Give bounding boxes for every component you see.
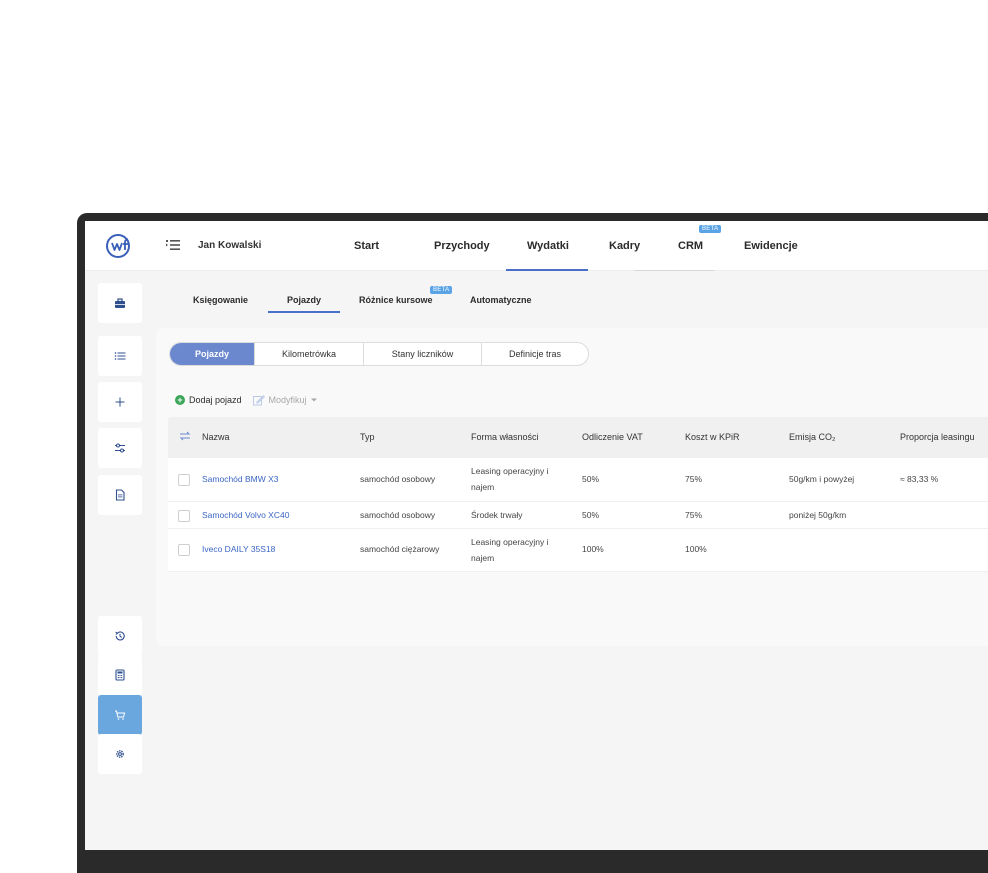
active-nav-indicator bbox=[506, 269, 588, 271]
tab-definicje-tras[interactable]: Definicje tras bbox=[482, 343, 588, 365]
nav-item-kadry[interactable]: Kadry bbox=[609, 240, 640, 252]
filters-icon bbox=[115, 443, 125, 453]
subnav-item-ksiegowanie[interactable]: Księgowanie bbox=[193, 295, 248, 305]
vehicle-vat: 100% bbox=[582, 544, 604, 554]
tab-kilometrowka[interactable]: Kilometrówka bbox=[255, 343, 364, 365]
document-icon bbox=[115, 489, 125, 501]
vehicle-ownership: Środek trwały bbox=[471, 510, 523, 520]
add-vehicle-label: Dodaj pojazd bbox=[189, 395, 242, 405]
app-window: Jan Kowalski Start Przychody Wydatki Kad… bbox=[85, 221, 988, 850]
tab-pojazdy[interactable]: Pojazdy bbox=[170, 343, 255, 365]
sidebar-item-list[interactable] bbox=[98, 336, 142, 376]
row-checkbox[interactable] bbox=[178, 510, 190, 522]
nav-divider bbox=[634, 270, 714, 271]
vehicles-panel: Pojazdy Kilometrówka Stany liczników Def… bbox=[156, 328, 988, 646]
briefcase-icon bbox=[115, 298, 125, 308]
sidebar-item-briefcase[interactable] bbox=[98, 283, 142, 323]
crm-beta-badge: BETA bbox=[699, 225, 722, 233]
modify-button[interactable]: Modyfikuj bbox=[252, 394, 318, 406]
column-header-forma-wlasnosci[interactable]: Forma własności bbox=[471, 432, 539, 442]
wfirma-logo[interactable] bbox=[105, 233, 135, 259]
vehicle-vat: 50% bbox=[582, 474, 600, 484]
add-circle-icon: + bbox=[175, 395, 185, 405]
sidebar-item-history[interactable] bbox=[98, 616, 142, 656]
menu-icon[interactable] bbox=[166, 238, 180, 252]
sidebar-item-add[interactable] bbox=[98, 382, 142, 422]
sort-toggle-icon[interactable] bbox=[179, 431, 191, 441]
column-header-typ[interactable]: Typ bbox=[360, 432, 375, 442]
vehicle-type: samochód osobowy bbox=[360, 510, 436, 520]
subnav-item-roznice-kursowe[interactable]: Różnice kursowe bbox=[359, 295, 433, 305]
sidebar-item-filters[interactable] bbox=[98, 428, 142, 468]
vehicle-kpir: 100% bbox=[685, 544, 707, 554]
vehicle-type: samochód ciężarowy bbox=[360, 544, 440, 554]
column-header-odliczenie-vat[interactable]: Odliczenie VAT bbox=[582, 432, 643, 442]
subnav-item-automatyczne[interactable]: Automatyczne bbox=[470, 295, 532, 305]
active-subnav-indicator bbox=[268, 311, 340, 313]
vehicle-ownership: Leasing operacyjny i najem bbox=[471, 466, 549, 492]
vehicle-kpir: 75% bbox=[685, 474, 703, 484]
vehicle-leasing: ≈ 83,33 % bbox=[900, 474, 939, 484]
list-icon bbox=[114, 352, 126, 360]
vehicle-type: samochód osobowy bbox=[360, 474, 436, 484]
column-header-proporcja-leasingu[interactable]: Proporcja leasingu bbox=[900, 432, 975, 442]
table-row[interactable]: Samochód BMW X3 samochód osobowy Leasing… bbox=[168, 458, 988, 502]
nav-item-start[interactable]: Start bbox=[354, 240, 379, 252]
user-name[interactable]: Jan Kowalski bbox=[198, 240, 261, 251]
table-toolbar: + Dodaj pojazd Modyfikuj bbox=[175, 393, 318, 407]
vehicle-kpir: 75% bbox=[685, 510, 703, 520]
column-header-emisja-co2[interactable]: Emisja CO₂ bbox=[789, 432, 836, 442]
caret-down-icon bbox=[310, 398, 317, 402]
vehicle-co2: 50g/km i powyżej bbox=[789, 474, 855, 484]
calculator-icon bbox=[115, 669, 125, 681]
vehicle-name-link[interactable]: Samochód Volvo XC40 bbox=[202, 510, 289, 520]
modify-label: Modyfikuj bbox=[268, 395, 307, 405]
top-bar: Jan Kowalski Start Przychody Wydatki Kad… bbox=[85, 221, 988, 271]
vehicle-vat: 50% bbox=[582, 510, 600, 520]
table-row[interactable]: Samochód Volvo XC40 samochód osobowy Śro… bbox=[168, 502, 988, 529]
nav-item-przychody[interactable]: Przychody bbox=[434, 240, 490, 252]
row-checkbox[interactable] bbox=[178, 544, 190, 556]
plus-icon bbox=[115, 397, 125, 407]
column-header-koszt-kpir[interactable]: Koszt w KPiR bbox=[685, 432, 740, 442]
vehicle-co2: poniżej 50g/km bbox=[789, 510, 847, 520]
vehicles-table: Nazwa Typ Forma własności Odliczenie VAT… bbox=[168, 417, 988, 572]
add-vehicle-button[interactable]: + Dodaj pojazd bbox=[175, 395, 242, 405]
gear-icon bbox=[116, 750, 124, 758]
sidebar-item-cart[interactable] bbox=[98, 695, 142, 735]
row-checkbox[interactable] bbox=[178, 474, 190, 486]
vehicle-ownership: Leasing operacyjny i najem bbox=[471, 537, 549, 563]
vehicle-name-link[interactable]: Samochód BMW X3 bbox=[202, 474, 279, 484]
nav-item-wydatki[interactable]: Wydatki bbox=[527, 240, 569, 252]
cart-icon bbox=[115, 710, 126, 720]
nav-item-ewidencje[interactable]: Ewidencje bbox=[744, 240, 798, 252]
nav-item-crm[interactable]: CRM bbox=[678, 240, 703, 252]
history-icon bbox=[115, 631, 125, 641]
table-header: Nazwa Typ Forma własności Odliczenie VAT… bbox=[168, 417, 988, 458]
sidebar-item-document[interactable] bbox=[98, 475, 142, 515]
tab-stany-licznikow[interactable]: Stany liczników bbox=[364, 343, 482, 365]
table-row[interactable]: Iveco DAILY 35S18 samochód ciężarowy Lea… bbox=[168, 529, 988, 572]
sidebar-item-settings[interactable] bbox=[98, 734, 142, 774]
subnav-item-pojazdy[interactable]: Pojazdy bbox=[287, 295, 321, 305]
roznice-beta-badge: BETA bbox=[430, 286, 453, 294]
vehicle-name-link[interactable]: Iveco DAILY 35S18 bbox=[202, 544, 275, 554]
edit-icon bbox=[252, 394, 265, 405]
column-header-nazwa[interactable]: Nazwa bbox=[202, 432, 230, 442]
sidebar-item-calculator[interactable] bbox=[98, 655, 142, 695]
segmented-tabs: Pojazdy Kilometrówka Stany liczników Def… bbox=[169, 342, 589, 366]
